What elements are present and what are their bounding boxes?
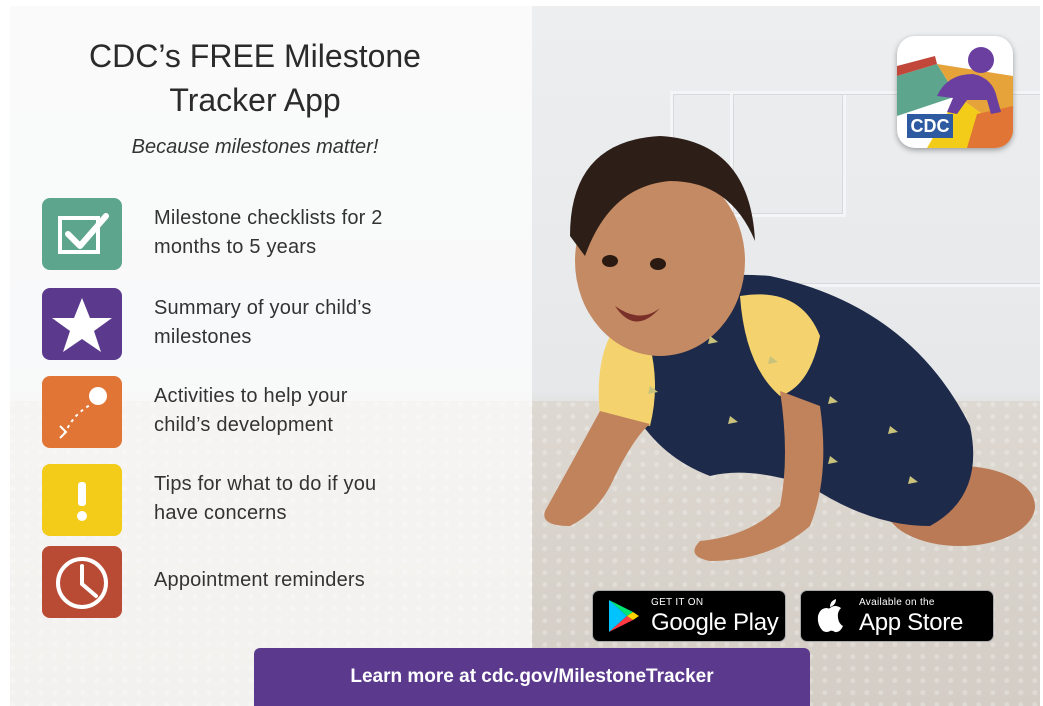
feature-checklists: Milestone checklists for 2 months to 5 ye… bbox=[42, 198, 512, 270]
checkbox-icon bbox=[42, 198, 122, 270]
feature-activities: Activities to help your child’s developme… bbox=[42, 376, 512, 448]
app-store-button[interactable]: Available on the App Store bbox=[800, 590, 994, 642]
google-play-icon bbox=[609, 600, 639, 632]
cdc-app-logo[interactable]: CDC bbox=[897, 36, 1013, 148]
page-title: CDC’s FREE Milestone Tracker App bbox=[40, 34, 470, 122]
feature-label: Appointment reminders bbox=[154, 569, 365, 591]
app-store-small-text: Available on the bbox=[859, 597, 935, 608]
tagline: Because milestones matter! bbox=[131, 136, 379, 158]
app-store-big-text: App Store bbox=[859, 609, 964, 636]
title-line-2: Tracker App bbox=[169, 82, 341, 118]
activity-icon bbox=[42, 376, 122, 448]
learn-more-link[interactable]: Learn more at cdc.gov/MilestoneTracker bbox=[254, 648, 810, 706]
feature-summary: Summary of your child’s milestones bbox=[42, 288, 512, 360]
feature-tips: Tips for what to do if you have concerns bbox=[42, 464, 512, 536]
title-line-1: CDC’s FREE Milestone bbox=[89, 38, 421, 74]
feature-label: Summary of your child’s milestones bbox=[154, 297, 372, 348]
app-logo-graphic: CDC bbox=[897, 47, 1013, 148]
feature-label: Milestone checklists for 2 months to 5 ye… bbox=[154, 207, 383, 258]
feature-label: Tips for what to do if you have concerns bbox=[154, 473, 377, 524]
feature-reminders: Appointment reminders bbox=[42, 546, 512, 618]
google-play-button[interactable]: GET IT ON Google Play bbox=[592, 590, 786, 642]
feature-label: Activities to help your child’s developme… bbox=[154, 385, 348, 436]
promo-card: CDC’s FREE Milestone Tracker App Because… bbox=[10, 6, 1040, 706]
exclamation-icon bbox=[42, 464, 122, 536]
logo-text: CDC bbox=[911, 116, 950, 136]
google-play-big-text: Google Play bbox=[651, 609, 779, 636]
clock-icon bbox=[42, 546, 122, 618]
star-icon bbox=[42, 288, 122, 360]
apple-icon bbox=[817, 599, 843, 633]
google-play-small-text: GET IT ON bbox=[651, 597, 704, 608]
